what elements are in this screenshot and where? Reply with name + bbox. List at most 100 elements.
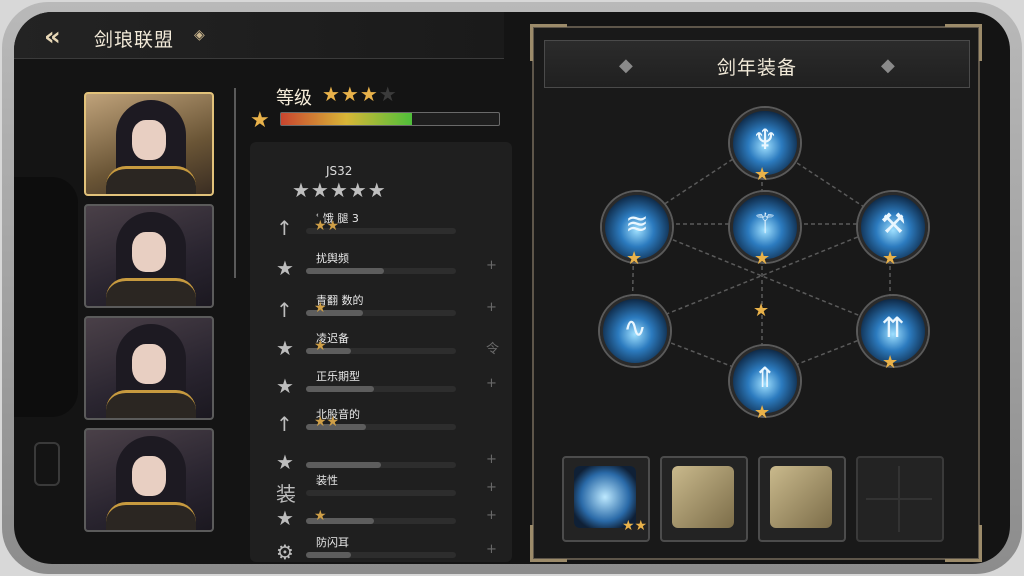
stat-row: ★ ★ + [264, 500, 514, 530]
stat-row: ↑ 青翻 数的 ★ + [264, 292, 514, 322]
character-armor [106, 390, 196, 418]
stat-icon: ⚙ [276, 540, 294, 564]
device-notch [14, 177, 78, 486]
stat-stars: ★ [314, 300, 327, 316]
stat-name: 扰舆频 [316, 252, 349, 265]
stat-icon: ↑ [276, 298, 293, 322]
stat-stars: ★★ [314, 218, 340, 234]
skill-icon: ⚚ [752, 207, 778, 240]
star-badge-icon: ★ [250, 108, 270, 133]
stat-bar [306, 386, 456, 392]
character-list [84, 92, 214, 540]
stat-row: 装装性 + [264, 472, 514, 506]
character-armor [106, 502, 196, 530]
level-label: 等级 [276, 88, 312, 109]
stat-name: 装性 [316, 474, 338, 487]
stat-bar-fill [306, 462, 381, 468]
character-armor [106, 278, 196, 306]
page-title: 剑琅联盟 [94, 29, 175, 51]
equip-slot-empty[interactable] [856, 456, 944, 542]
diamond-icon: ◈ [194, 27, 205, 43]
scroll-divider[interactable] [234, 88, 236, 278]
stat-bar-fill [306, 268, 384, 274]
stat-bar [306, 552, 456, 558]
character-face [132, 232, 166, 272]
stat-end-icon[interactable]: + [486, 452, 497, 467]
equip-slot-scaffold-1[interactable] [660, 456, 748, 542]
stat-icon: ★ [276, 506, 294, 530]
character-face [132, 456, 166, 496]
device-frame: « 剑琅联盟 ◈ 等级 ★★★★ ★ JS32 ★★★★★ ↑ ՙ 饿 腿 3 ★★… [2, 2, 1022, 574]
stat-bar-fill [306, 348, 351, 354]
skill-icon: ⇑ [753, 361, 777, 394]
level-star-empty-icon: ★ [378, 82, 398, 106]
power-score: JS32 [326, 164, 353, 178]
level-progress-bar [280, 112, 500, 126]
stat-end-icon[interactable]: + [486, 542, 497, 557]
scaffold-icon [770, 466, 832, 528]
frame-corner-icon [945, 525, 982, 562]
skill-star-icon: ★ [754, 248, 771, 269]
stat-name: 正乐期型 [316, 370, 360, 383]
stat-bar [306, 490, 456, 496]
level-stars: ★★★★ [322, 82, 398, 106]
stat-end-icon[interactable]: 令 [486, 338, 499, 357]
stat-icon: ↑ [276, 412, 293, 436]
stat-stars: ★ [314, 508, 327, 524]
center-star-icon: ★ [753, 300, 770, 321]
stat-bar [306, 348, 456, 354]
double-chevron-left-icon[interactable]: « [44, 22, 61, 52]
stat-row: ↑ ՙ 饿 腿 3 ★★ [264, 210, 514, 240]
stat-bar [306, 462, 456, 468]
stat-stars: ★★ [314, 414, 340, 430]
skill-star-icon: ★ [754, 164, 771, 185]
game-screen: « 剑琅联盟 ◈ 等级 ★★★★ ★ JS32 ★★★★★ ↑ ՙ 饿 腿 3 ★★… [14, 12, 1010, 564]
stat-end-icon[interactable]: + [486, 300, 497, 315]
stat-bar-fill [306, 552, 351, 558]
stat-row: ↑ 北股音的 ★★ [264, 406, 514, 436]
camera-icon [34, 442, 60, 486]
stat-end-icon[interactable]: + [486, 376, 497, 391]
stat-end-icon[interactable]: + [486, 480, 497, 495]
level-progress-fill [281, 113, 412, 125]
stat-icon: ★ [276, 336, 294, 360]
skill-star-icon: ★ [882, 248, 899, 269]
equip-slot-scaffold-2[interactable] [758, 456, 846, 542]
top-bar: « 剑琅联盟 ◈ [14, 12, 504, 59]
scaffold-icon [672, 466, 734, 528]
character-armor [106, 166, 196, 194]
empty-slot-icon [898, 466, 900, 532]
character-portrait-4[interactable] [84, 428, 214, 532]
stat-bar [306, 268, 456, 274]
skill-icon: ♆ [752, 123, 778, 156]
character-portrait-2[interactable] [84, 204, 214, 308]
character-face [132, 120, 166, 160]
stat-row: ★ + [264, 444, 514, 474]
character-portrait-1[interactable] [84, 92, 214, 196]
skill-star-icon: ★ [754, 402, 771, 423]
stat-bar [306, 310, 456, 316]
skill-left-lower[interactable]: ∿ [600, 296, 670, 366]
stat-bar-fill [306, 386, 374, 392]
stat-end-icon[interactable]: + [486, 258, 497, 273]
skill-star-icon: ★ [626, 248, 643, 269]
equip-slot-sword[interactable]: ★★ [562, 456, 650, 542]
skill-icon: ⇈ [881, 311, 905, 344]
stat-name: 防闪耳 [316, 536, 349, 549]
stat-row: ⚙ 防闪耳 + [264, 534, 514, 564]
character-face [132, 344, 166, 384]
skill-icon: ⚒ [880, 207, 906, 240]
skill-star-icon: ★ [882, 352, 899, 373]
stat-icon: ↑ [276, 216, 293, 240]
summary-stars: ★★★★★ [292, 178, 387, 202]
character-portrait-3[interactable] [84, 316, 214, 420]
stat-icon: ★ [276, 374, 294, 398]
skill-icon: ∿ [623, 311, 647, 344]
stat-bar [306, 518, 456, 524]
stat-icon: ★ [276, 256, 294, 280]
level-star-icons: ★★★ [322, 82, 379, 106]
stat-row: ★ 正乐期型 + [264, 368, 514, 398]
stat-row: ★ 扰舆频 + [264, 250, 514, 280]
stat-end-icon[interactable]: + [486, 508, 497, 523]
skill-icon: ≋ [625, 207, 649, 240]
